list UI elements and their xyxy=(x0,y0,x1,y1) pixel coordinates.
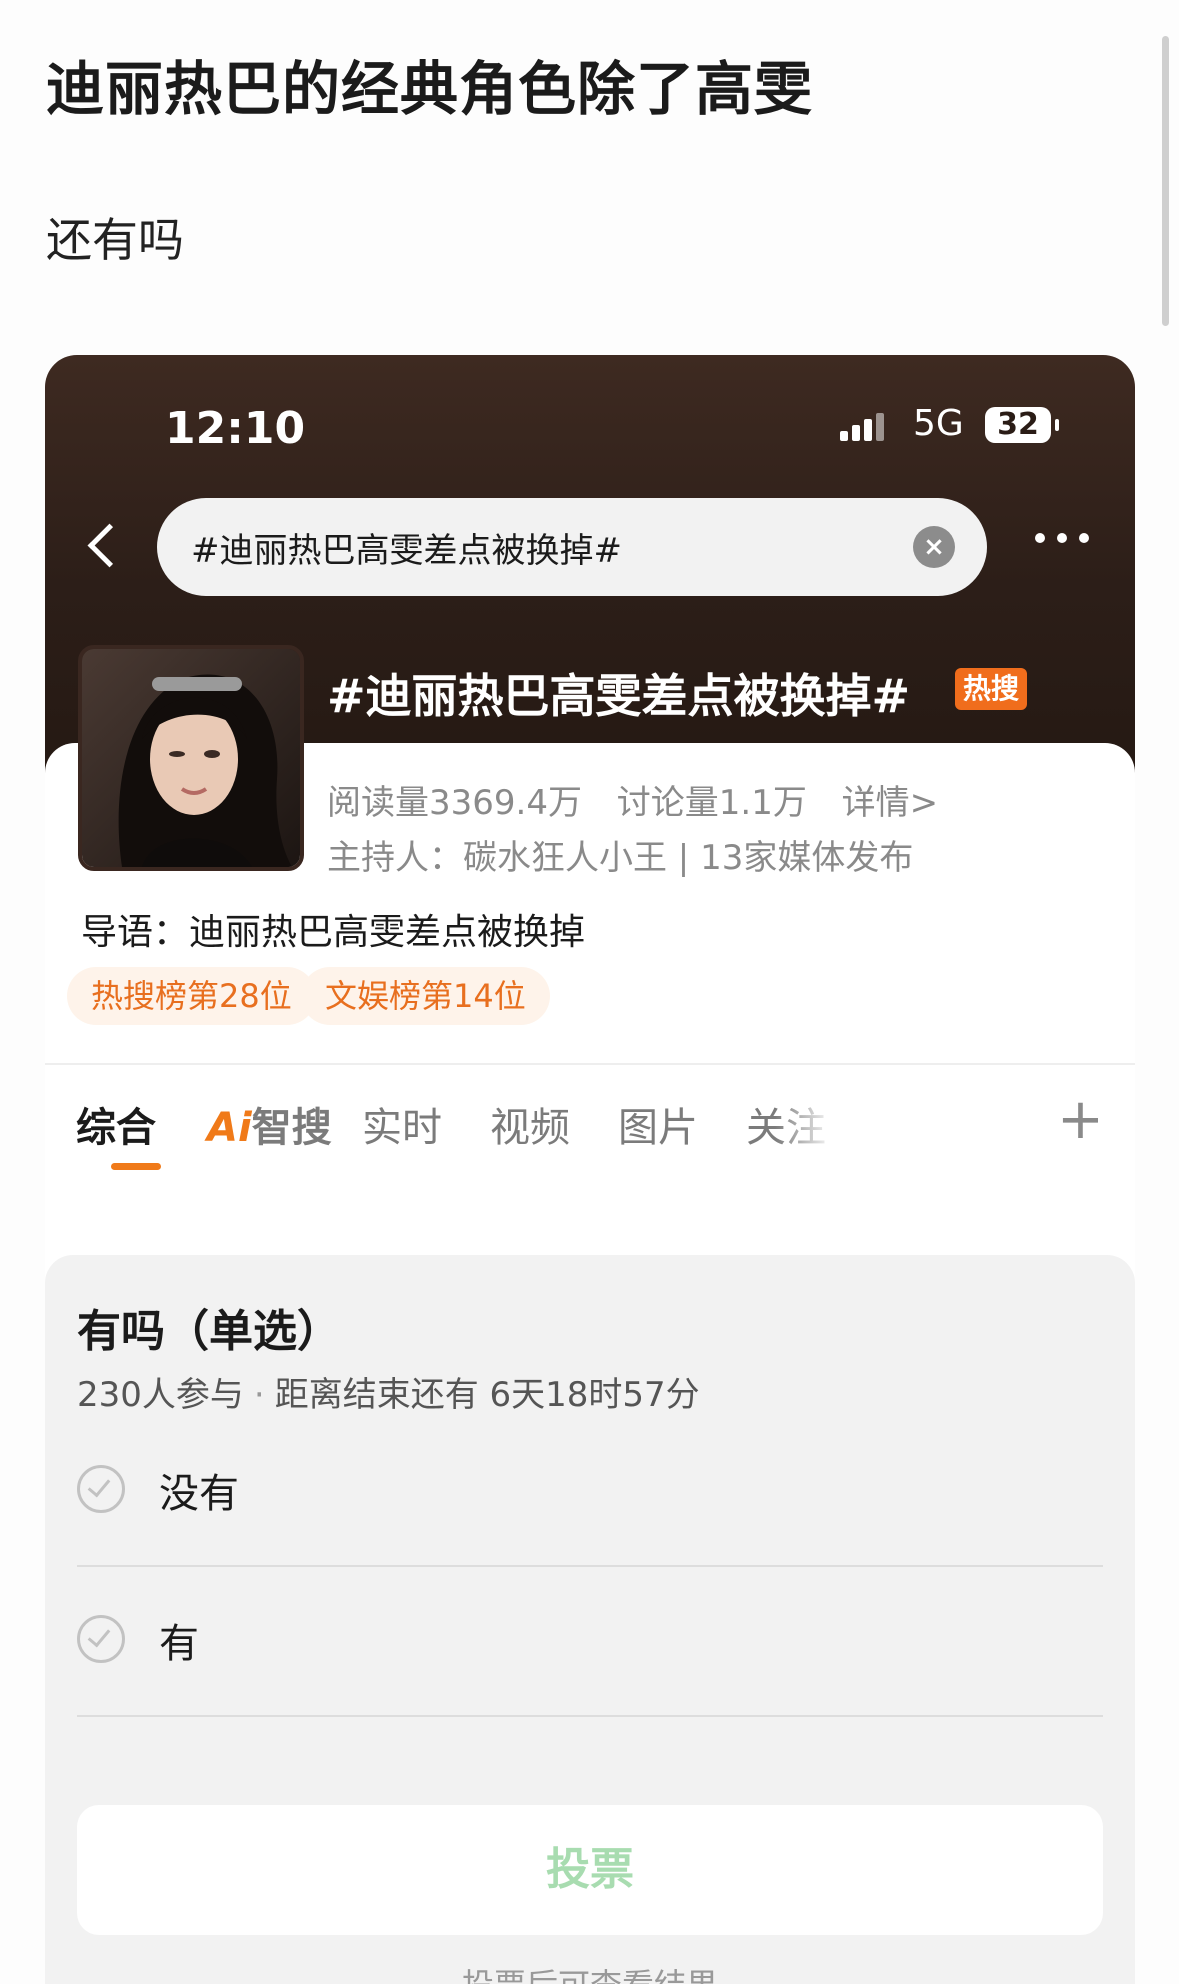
tab-video[interactable]: 视频 xyxy=(490,1095,570,1153)
more-icon[interactable] xyxy=(1035,533,1089,543)
topic-stats: 阅读量3369.4万 讨论量1.1万 详情> xyxy=(327,775,962,824)
embedded-screenshot[interactable]: 12:10 5G 32 #迪丽热巴高雯差点被换掉# × #迪丽热巴高雯差点被换掉… xyxy=(45,355,1135,1984)
check-circle-icon xyxy=(77,1615,125,1663)
battery-icon: 32 xyxy=(985,407,1051,443)
after-vote-note: 投票后可查看结果 xyxy=(45,1960,1135,1984)
search-input[interactable]: #迪丽热巴高雯差点被换掉# xyxy=(191,523,622,572)
read-count: 阅读量3369.4万 xyxy=(327,783,582,823)
clear-icon[interactable]: × xyxy=(913,526,955,568)
add-tab-icon[interactable]: + xyxy=(1057,1087,1104,1152)
battery-tip xyxy=(1055,419,1059,431)
poll-participants: 230人参与 xyxy=(77,1375,244,1415)
divider xyxy=(45,1063,1135,1065)
tab-realtime[interactable]: 实时 xyxy=(362,1095,442,1153)
poll-option-label: 没有 xyxy=(159,1471,239,1517)
post-body-text: 还有吗 xyxy=(46,213,184,267)
poll-separator: · xyxy=(253,1375,265,1415)
hot-rank-tag[interactable]: 热搜榜第28位 xyxy=(67,967,316,1025)
search-bar[interactable]: #迪丽热巴高雯差点被换掉# × xyxy=(157,498,987,596)
hot-badge: 热搜 xyxy=(955,668,1028,710)
poll-option-no[interactable]: 没有 xyxy=(77,1415,1103,1567)
tab-bar: 综合 Ai智搜 实时 视频 图片 关注 + xyxy=(45,1087,1135,1185)
vote-button[interactable]: 投票 xyxy=(77,1805,1103,1935)
tab-comprehensive[interactable]: 综合 xyxy=(76,1095,156,1153)
post-title: 迪丽热巴的经典角色除了高雯 xyxy=(46,55,814,123)
tab-images[interactable]: 图片 xyxy=(618,1095,698,1153)
tab-ai-search[interactable]: Ai智搜 xyxy=(207,1095,332,1153)
entertainment-rank-tag[interactable]: 文娱榜第14位 xyxy=(301,967,550,1025)
topic-guide: 导语：迪丽热巴高雯差点被换掉 xyxy=(81,912,586,953)
network-label: 5G xyxy=(913,403,964,444)
check-circle-icon xyxy=(77,1465,125,1513)
poll-meta: 230人参与 · 距离结束还有 6天18时57分 xyxy=(77,1367,700,1416)
poll-option-yes[interactable]: 有 xyxy=(77,1565,1103,1717)
topic-cover-image[interactable] xyxy=(78,645,304,871)
poll-remaining: 距离结束还有 6天18时57分 xyxy=(274,1375,700,1415)
back-button[interactable] xyxy=(79,515,131,575)
topic-title: #迪丽热巴高雯差点被换掉# xyxy=(327,669,911,723)
tab-fade xyxy=(775,1095,835,1165)
tab-ai-search-label: 智搜 xyxy=(251,1105,332,1151)
topic-host: 主持人：碳水狂人小王 | 13家媒体发布 xyxy=(327,838,914,878)
details-link[interactable]: 详情> xyxy=(842,783,939,823)
signal-icon xyxy=(840,413,884,441)
poll-option-label: 有 xyxy=(159,1621,199,1667)
active-tab-indicator xyxy=(111,1163,161,1170)
status-time: 12:10 xyxy=(165,403,306,454)
ai-logo: Ai xyxy=(207,1105,252,1151)
cover-photo xyxy=(82,649,300,867)
poll-card: 有吗（单选） 230人参与·距离结束还有 6天18时57分 没有 有 投票 投票… xyxy=(45,1255,1135,1984)
discussion-count: 讨论量1.1万 xyxy=(616,783,807,823)
scrollbar[interactable] xyxy=(1162,36,1169,326)
chevron-left-icon xyxy=(87,523,131,567)
poll-title: 有吗（单选） xyxy=(77,1306,341,1357)
